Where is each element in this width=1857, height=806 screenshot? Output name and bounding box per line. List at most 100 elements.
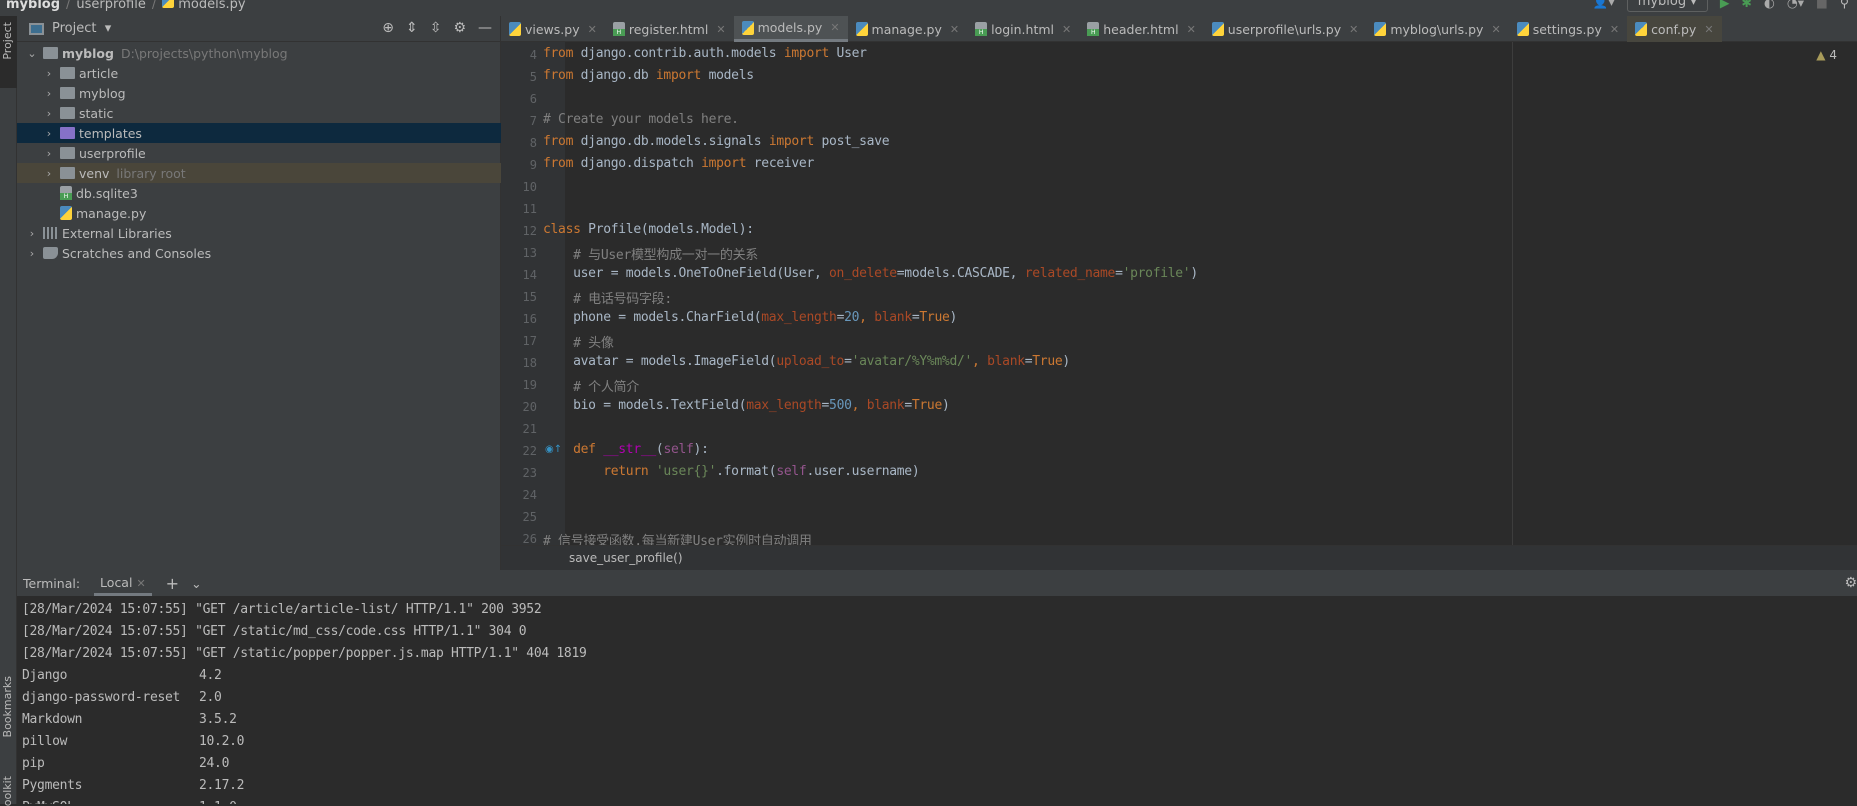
tab-models-py[interactable]: models.py ✕ bbox=[733, 16, 848, 42]
code-token: 'user{}' bbox=[655, 464, 717, 479]
code-token: from bbox=[543, 46, 574, 61]
chevron-down-icon[interactable]: ⌄ bbox=[25, 47, 39, 60]
code-token: from bbox=[543, 68, 574, 83]
package-name: pip bbox=[22, 756, 45, 771]
close-icon[interactable]: ✕ bbox=[1349, 23, 1358, 36]
chevron-right-icon[interactable]: › bbox=[42, 127, 56, 140]
tab-conf-py[interactable]: conf.py ✕ bbox=[1627, 16, 1722, 42]
gear-icon[interactable]: ⚙ bbox=[453, 20, 466, 36]
tree-item[interactable]: › External Libraries bbox=[17, 223, 501, 243]
chevron-right-icon[interactable]: › bbox=[42, 107, 56, 120]
close-icon[interactable]: ✕ bbox=[1062, 23, 1071, 36]
package-name: Django bbox=[22, 668, 68, 683]
python-file-icon bbox=[741, 20, 754, 35]
tree-item[interactable]: › myblog bbox=[17, 83, 501, 103]
code-token: self bbox=[663, 442, 694, 457]
tree-item[interactable]: › venv library root bbox=[17, 163, 501, 183]
tree-item[interactable]: manage.py bbox=[17, 203, 501, 223]
tree-item-label: myblog bbox=[79, 85, 126, 101]
collapse-all-icon[interactable]: ⇳ bbox=[430, 20, 442, 36]
profile-icon[interactable]: ◔▾ bbox=[1787, 0, 1804, 10]
tab-label: login.html bbox=[991, 21, 1055, 37]
code-token: True bbox=[911, 398, 942, 413]
code-token: , bbox=[972, 354, 988, 369]
locate-icon[interactable]: ⊕ bbox=[382, 20, 394, 36]
chevron-right-icon[interactable]: › bbox=[42, 167, 56, 180]
tree-item[interactable]: db.sqlite3 bbox=[17, 183, 501, 203]
templates-folder-icon bbox=[60, 127, 75, 139]
code-token: import bbox=[655, 68, 702, 83]
tree-item[interactable]: › userprofile bbox=[17, 143, 501, 163]
close-icon[interactable]: ✕ bbox=[588, 23, 597, 36]
code-token: def bbox=[543, 442, 604, 457]
code-editor[interactable]: 4 5 6 7 8 9 10 11 12 13 14 15 16 17 18 19 20 21 22 ◉↑ 23 24 25… bbox=[501, 42, 1857, 545]
tree-item[interactable]: › Scratches and Consoles bbox=[17, 243, 501, 263]
terminal-tab-local[interactable]: Local ✕ bbox=[94, 570, 152, 596]
chevron-right-icon[interactable]: › bbox=[42, 87, 56, 100]
tree-item[interactable]: ⌄ myblog D:\projects\python\myblog bbox=[17, 43, 501, 63]
hide-icon[interactable]: — bbox=[478, 20, 492, 36]
close-icon[interactable]: ✕ bbox=[950, 23, 959, 36]
terminal-output[interactable]: [28/Mar/2024 15:07:55] "GET /article/art… bbox=[17, 596, 1857, 804]
chevron-down-icon[interactable]: ⌄ bbox=[191, 576, 201, 591]
code-token: __str__ bbox=[603, 442, 656, 457]
package-version: 2.0 bbox=[199, 690, 222, 705]
close-icon[interactable]: ✕ bbox=[1187, 23, 1196, 36]
python-file-icon bbox=[1516, 22, 1529, 36]
close-icon[interactable]: ✕ bbox=[1491, 23, 1500, 36]
code-token: blank bbox=[866, 398, 905, 413]
run-icon[interactable]: ▶ bbox=[1720, 0, 1730, 10]
chevron-right-icon[interactable]: › bbox=[42, 67, 56, 80]
user-icon[interactable]: 👤▾ bbox=[1593, 0, 1615, 10]
tab-views-py[interactable]: views.py ✕ bbox=[501, 16, 605, 42]
line-number: 23 bbox=[522, 466, 537, 480]
bookmarks-tool-button[interactable]: Bookmarks bbox=[1, 676, 14, 737]
line-number: 10 bbox=[522, 180, 537, 194]
code-line: user = models.OneToOneField(User, on_del… bbox=[543, 266, 1198, 281]
code-token: = bbox=[904, 398, 912, 413]
expand-all-icon[interactable]: ⇕ bbox=[406, 20, 418, 36]
chevron-right-icon[interactable]: › bbox=[25, 227, 39, 240]
crumb-file[interactable]: models.py bbox=[178, 0, 245, 12]
chevron-right-icon[interactable]: › bbox=[25, 247, 39, 260]
tree-item[interactable]: › static bbox=[17, 103, 501, 123]
crumb-folder[interactable]: userprofile bbox=[76, 0, 145, 12]
line-number: 21 bbox=[522, 422, 537, 436]
chevron-right-icon[interactable]: › bbox=[42, 147, 56, 160]
close-icon[interactable]: ✕ bbox=[1610, 23, 1619, 36]
code-token: django.db bbox=[573, 68, 656, 83]
code-breadcrumb[interactable]: save_user_profile() bbox=[569, 551, 683, 565]
search-icon[interactable]: ⚲ bbox=[1840, 0, 1849, 10]
tab-settings-py[interactable]: settings.py ✕ bbox=[1509, 16, 1627, 42]
code-token: .user.username) bbox=[806, 464, 920, 479]
package-name: django-password-reset bbox=[22, 690, 181, 705]
tab-myblog-urls-py[interactable]: myblog\urls.py ✕ bbox=[1366, 16, 1508, 42]
project-view-select[interactable]: Project ▾ bbox=[52, 21, 111, 36]
crumb-project[interactable]: myblog bbox=[6, 0, 60, 12]
close-icon[interactable]: ✕ bbox=[136, 577, 145, 590]
debug-icon[interactable]: ✱ bbox=[1741, 0, 1751, 10]
code-token: 500 bbox=[829, 398, 852, 413]
code-token: # 信号接受函数,每当新建User实例时自动调用 bbox=[543, 534, 812, 545]
close-icon[interactable]: ✕ bbox=[716, 23, 725, 36]
toolkit-tool-button[interactable]: oolkit bbox=[1, 776, 14, 806]
tab-header-html[interactable]: header.html ✕ bbox=[1079, 16, 1204, 42]
tree-item[interactable]: › templates bbox=[17, 123, 501, 143]
run-config-select[interactable]: myblog ▾ bbox=[1626, 0, 1708, 12]
tree-item[interactable]: › article bbox=[17, 63, 501, 83]
stop-icon[interactable]: ■ bbox=[1816, 0, 1828, 10]
warnings-indicator[interactable]: ▲ 4 bbox=[1816, 48, 1837, 62]
tab-userprofile-urls-py[interactable]: userprofile\urls.py ✕ bbox=[1204, 16, 1367, 42]
tab-register-html[interactable]: register.html ✕ bbox=[605, 16, 734, 42]
close-icon[interactable]: ✕ bbox=[1704, 23, 1713, 36]
tab-login-html[interactable]: login.html ✕ bbox=[967, 16, 1079, 42]
tab-manage-py[interactable]: manage.py ✕ bbox=[848, 16, 968, 42]
folder-icon bbox=[60, 167, 75, 179]
add-terminal-icon[interactable]: + bbox=[166, 574, 179, 593]
tab-label: views.py bbox=[525, 21, 580, 37]
coverage-icon[interactable]: ◐ bbox=[1764, 0, 1775, 10]
python-file-icon bbox=[1211, 22, 1224, 36]
gear-icon[interactable]: ⚙ bbox=[1844, 575, 1857, 591]
close-icon[interactable]: ✕ bbox=[830, 21, 839, 34]
project-tool-button[interactable]: Project bbox=[0, 16, 17, 88]
